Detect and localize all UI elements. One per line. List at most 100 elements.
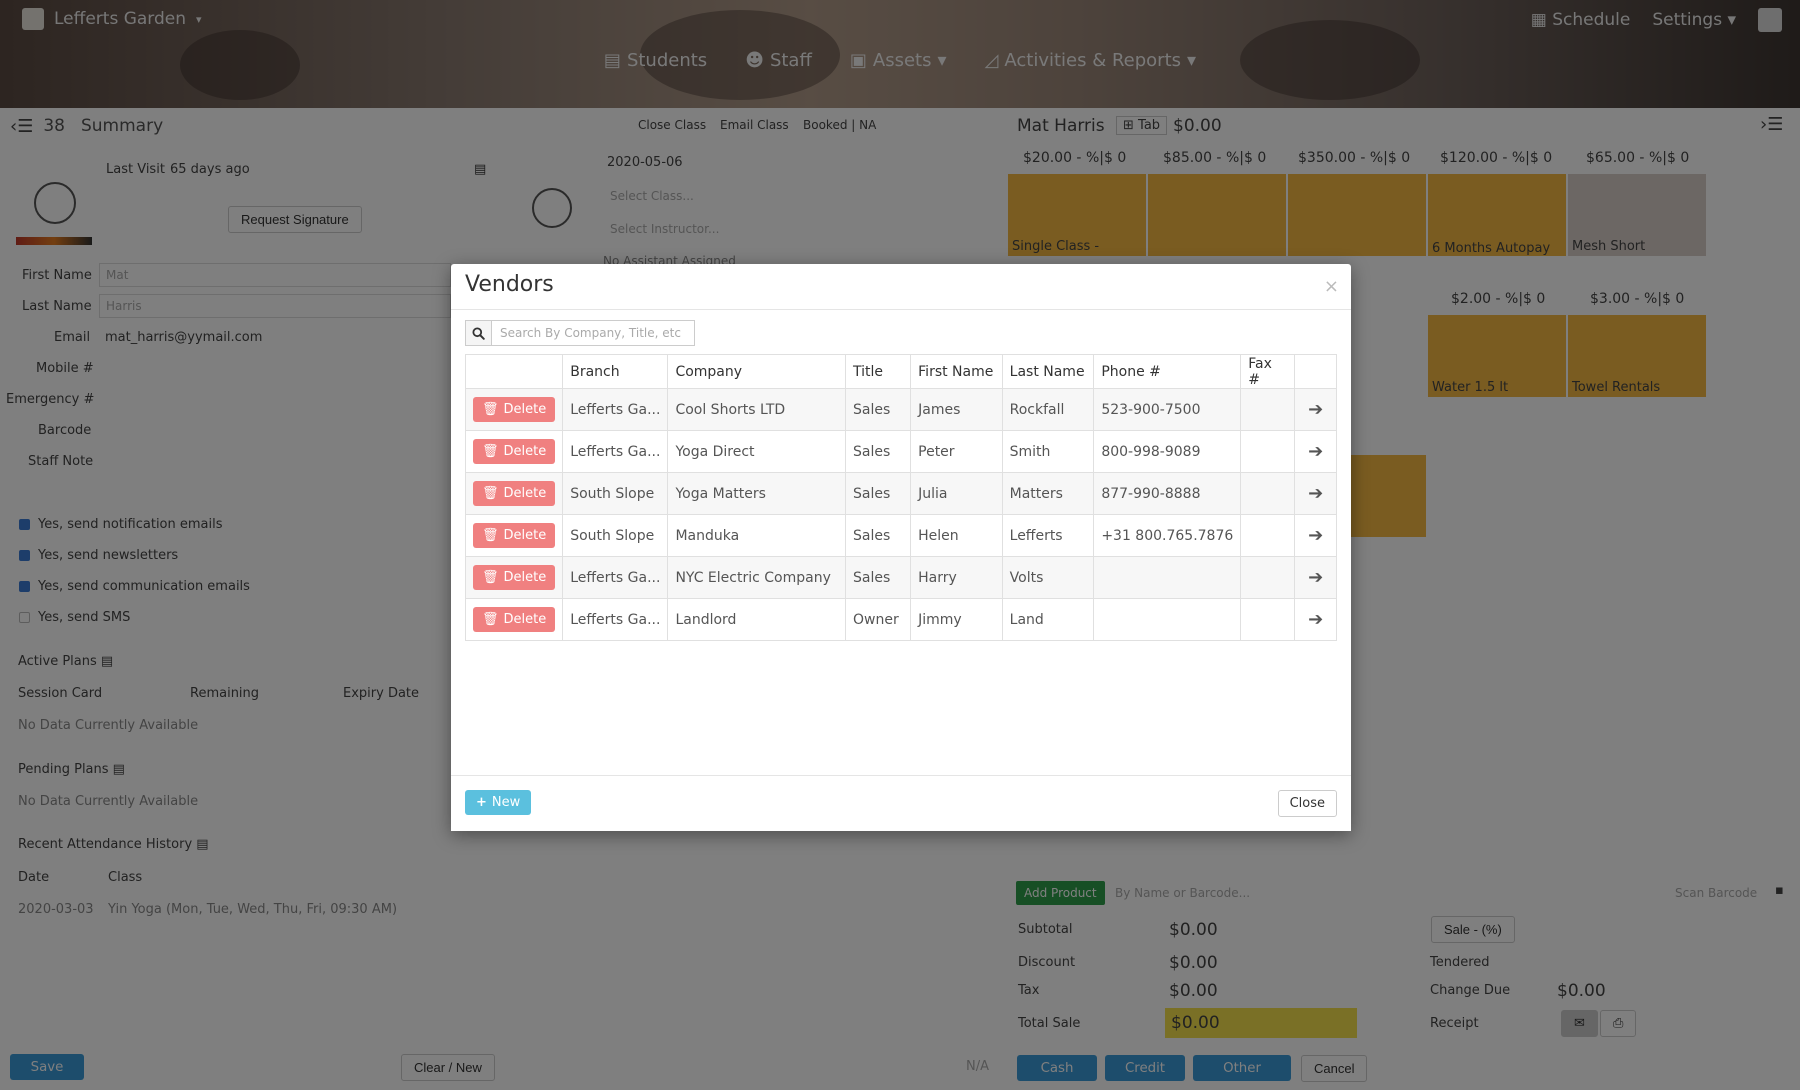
trash-icon: 🗑 (482, 486, 499, 501)
first-name-cell: Julia (910, 472, 1003, 515)
actions-cell: 🗑 Delete (464, 598, 564, 641)
branch-cell: Lefferts Ga... (562, 556, 669, 599)
delete-label: Delete (503, 528, 547, 543)
company-header[interactable]: Company (667, 354, 847, 389)
phone-cell (1093, 556, 1242, 599)
company-cell: Yoga Direct (667, 430, 847, 473)
arrow-right-icon[interactable]: ➔ (1294, 598, 1337, 641)
trash-icon: 🗑 (482, 570, 499, 585)
fax-cell (1240, 598, 1296, 641)
arrow-right-icon[interactable]: ➔ (1294, 514, 1337, 557)
trash-icon: 🗑 (482, 444, 499, 459)
vendors-modal: Vendors × Branch Company Title First Nam… (451, 264, 1351, 831)
title-cell: Sales (845, 472, 912, 515)
phone-cell: 877-990-8888 (1093, 472, 1242, 515)
company-cell: Manduka (667, 514, 847, 557)
company-cell: Landlord (667, 598, 847, 641)
delete-button[interactable]: 🗑 Delete (473, 523, 556, 548)
delete-button[interactable]: 🗑 Delete (473, 565, 556, 590)
company-cell: Cool Shorts LTD (667, 388, 847, 431)
actions-cell: 🗑 Delete (464, 556, 564, 599)
first-name-cell: Jimmy (910, 598, 1003, 641)
delete-label: Delete (503, 402, 547, 417)
fax-cell (1240, 472, 1296, 515)
actions-cell: 🗑 Delete (464, 472, 564, 515)
title-header[interactable]: Title (845, 354, 912, 389)
vendor-search (465, 320, 695, 346)
branch-cell: South Slope (562, 514, 669, 557)
table-row: 🗑 Delete Lefferts Ga... NYC Electric Comp… (464, 556, 1337, 599)
arrow-right-icon[interactable]: ➔ (1294, 556, 1337, 599)
arrow-right-icon[interactable]: ➔ (1294, 388, 1337, 431)
phone-cell (1093, 598, 1242, 641)
company-cell: NYC Electric Company (667, 556, 847, 599)
title-cell: Sales (845, 514, 912, 557)
table-row: 🗑 Delete Lefferts Ga... Cool Shorts LTD S… (464, 388, 1337, 431)
table-row: 🗑 Delete South Slope Yoga Matters Sales J… (464, 472, 1337, 515)
vendors-table: Branch Company Title First Name Last Nam… (464, 354, 1337, 641)
modal-title: Vendors (465, 272, 554, 297)
vendor-search-input[interactable] (491, 320, 695, 346)
last-name-cell: Rockfall (1001, 388, 1095, 431)
close-button[interactable]: Close (1277, 790, 1337, 817)
first-name-cell: Helen (910, 514, 1003, 557)
phone-cell: 800-998-9089 (1093, 430, 1242, 473)
fax-cell (1240, 514, 1296, 557)
branch-cell: Lefferts Ga... (562, 598, 669, 641)
trash-icon: 🗑 (482, 528, 499, 543)
delete-label: Delete (503, 486, 547, 501)
phone-cell: +31 800.765.7876 (1093, 514, 1242, 557)
branch-header[interactable]: Branch (562, 354, 669, 389)
last-name-cell: Volts (1001, 556, 1095, 599)
first-name-cell: Harry (910, 556, 1003, 599)
new-label: New (491, 795, 521, 810)
fax-cell (1240, 556, 1296, 599)
phone-header[interactable]: Phone # (1093, 354, 1242, 389)
first-name-cell: James (910, 388, 1003, 431)
delete-label: Delete (503, 612, 547, 627)
actions-cell: 🗑 Delete (464, 388, 564, 431)
arrow-right-icon[interactable]: ➔ (1294, 472, 1337, 515)
phone-cell: 523-900-7500 (1093, 388, 1242, 431)
last-name-cell: Lefferts (1001, 514, 1095, 557)
table-row: 🗑 Delete Lefferts Ga... Yoga Direct Sales… (464, 430, 1337, 473)
title-cell: Sales (845, 388, 912, 431)
fax-header[interactable]: Fax # (1240, 354, 1296, 389)
trash-icon: 🗑 (482, 612, 499, 627)
search-icon (465, 320, 491, 346)
last-name-cell: Smith (1001, 430, 1095, 473)
table-row: 🗑 Delete South Slope Manduka Sales Helen … (464, 514, 1337, 557)
company-cell: Yoga Matters (667, 472, 847, 515)
plus-icon: + (476, 795, 487, 810)
arrow-right-icon[interactable]: ➔ (1294, 430, 1337, 473)
title-cell: Owner (845, 598, 912, 641)
last-name-header[interactable]: Last Name (1001, 354, 1095, 389)
first-name-header[interactable]: First Name (910, 354, 1003, 389)
branch-cell: South Slope (562, 472, 669, 515)
title-cell: Sales (845, 430, 912, 473)
modal-header: Vendors × (451, 264, 1351, 310)
delete-button[interactable]: 🗑 Delete (473, 607, 556, 632)
fax-cell (1240, 388, 1296, 431)
new-vendor-button[interactable]: + New (465, 790, 532, 815)
table-header-row: Branch Company Title First Name Last Nam… (464, 354, 1337, 389)
actions-cell: 🗑 Delete (464, 430, 564, 473)
title-cell: Sales (845, 556, 912, 599)
delete-label: Delete (503, 570, 547, 585)
delete-button[interactable]: 🗑 Delete (473, 481, 556, 506)
open-header (1294, 354, 1337, 389)
actions-header (464, 354, 564, 389)
delete-button[interactable]: 🗑 Delete (473, 439, 556, 464)
actions-cell: 🗑 Delete (464, 514, 564, 557)
delete-button[interactable]: 🗑 Delete (473, 397, 556, 422)
last-name-cell: Land (1001, 598, 1095, 641)
trash-icon: 🗑 (482, 402, 499, 417)
branch-cell: Lefferts Ga... (562, 388, 669, 431)
modal-footer: + New Close (451, 775, 1351, 831)
table-row: 🗑 Delete Lefferts Ga... Landlord Owner Ji… (464, 598, 1337, 641)
fax-cell (1240, 430, 1296, 473)
branch-cell: Lefferts Ga... (562, 430, 669, 473)
close-icon[interactable]: × (1324, 276, 1339, 297)
delete-label: Delete (503, 444, 547, 459)
first-name-cell: Peter (910, 430, 1003, 473)
